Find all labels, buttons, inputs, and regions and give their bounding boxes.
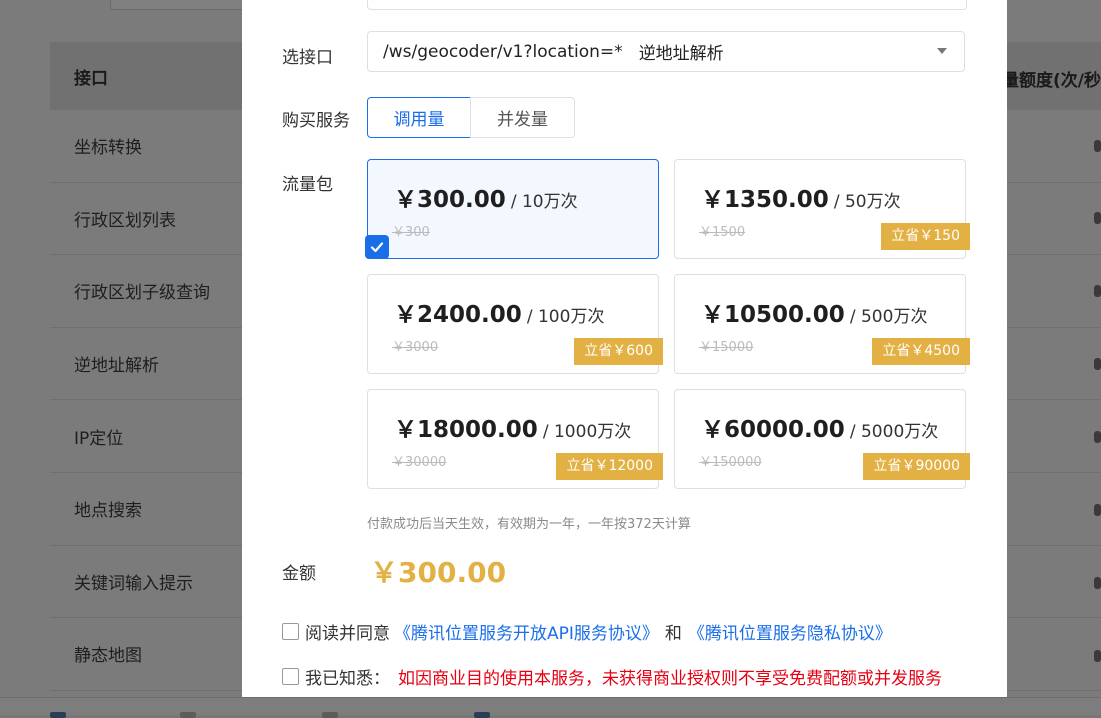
commercial-warning: 如因商业目的使用本服务，未获得商业授权则不享受免费配额或并发服务 bbox=[398, 669, 942, 689]
toggle-icon[interactable] bbox=[1094, 577, 1101, 589]
package-price: ￥1350.00 bbox=[701, 187, 829, 213]
validity-note: 付款成功后当天生效，有效期为一年，一年按372天计算 bbox=[367, 517, 691, 532]
savings-badge: 立省￥12000 bbox=[556, 453, 663, 480]
package-original-price: ￥15000 bbox=[699, 340, 754, 355]
package-price-line: ￥18000.00 / 1000万次 bbox=[394, 410, 631, 444]
api-service-agreement-link[interactable]: 《腾讯位置服务开放API服务协议》 bbox=[394, 619, 659, 644]
package-card[interactable]: ￥300.00 / 10万次 ￥300 bbox=[365, 159, 659, 259]
amount-label: 金额 bbox=[282, 564, 316, 584]
toggle-icon[interactable] bbox=[1094, 431, 1101, 443]
package-card[interactable]: ￥2400.00 / 100万次 ￥3000 立省￥600 bbox=[367, 274, 663, 374]
check-icon bbox=[365, 235, 389, 259]
agreement-row: 阅读并同意 《腾讯位置服务开放API服务协议》 和 《腾讯位置服务隐私协议》 bbox=[282, 619, 892, 644]
savings-badge: 立省￥4500 bbox=[872, 338, 970, 365]
package-card[interactable]: ￥60000.00 / 5000万次 ￥150000 立省￥90000 bbox=[674, 389, 970, 489]
purchase-dialog: 选接口 /ws/geocoder/v1?location=* 逆地址解析 购买服… bbox=[242, 0, 1007, 697]
table-header-quota: 量额度(次/秒 bbox=[1002, 71, 1101, 91]
api-select[interactable]: /ws/geocoder/v1?location=* 逆地址解析 bbox=[367, 31, 965, 72]
package-card[interactable]: ￥1350.00 / 50万次 ￥1500 立省￥150 bbox=[674, 159, 970, 259]
privacy-agreement-link[interactable]: 《腾讯位置服务隐私协议》 bbox=[688, 619, 892, 644]
service-call-volume-button[interactable]: 调用量 bbox=[367, 97, 471, 138]
agreement-prefix: 阅读并同意 bbox=[305, 624, 390, 644]
agreement-checkbox[interactable] bbox=[282, 623, 299, 640]
notice-row: 我已知悉： 如因商业目的使用本服务，未获得商业授权则不享受免费配额或并发服务 bbox=[282, 664, 942, 689]
package-price: ￥2400.00 bbox=[394, 302, 522, 328]
checkbox-icon[interactable] bbox=[322, 712, 338, 718]
package-original-price: ￥30000 bbox=[392, 455, 447, 470]
toggle-icon[interactable] bbox=[1094, 212, 1101, 224]
package-label: 流量包 bbox=[282, 175, 333, 195]
api-select-label: 选接口 bbox=[282, 48, 333, 68]
api-name: 逆地址解析 bbox=[638, 44, 724, 64]
package-unit: / 50万次 bbox=[833, 192, 901, 212]
service-label: 购买服务 bbox=[282, 111, 350, 131]
package-price: ￥18000.00 bbox=[394, 417, 538, 443]
package-card[interactable]: ￥18000.00 / 1000万次 ￥30000 立省￥12000 bbox=[367, 389, 663, 489]
package-unit: / 10万次 bbox=[510, 192, 578, 212]
chevron-down-icon bbox=[937, 48, 947, 54]
package-unit: / 500万次 bbox=[849, 307, 928, 327]
package-price: ￥300.00 bbox=[394, 187, 506, 213]
toggle-icon[interactable] bbox=[1094, 358, 1101, 370]
agreement-and: 和 bbox=[664, 624, 682, 644]
previous-field[interactable] bbox=[367, 0, 967, 10]
package-original-price: ￥300 bbox=[392, 225, 430, 240]
toggle-icon[interactable] bbox=[1094, 504, 1101, 516]
table-header-interface: 接口 bbox=[74, 68, 108, 89]
package-price: ￥10500.00 bbox=[701, 302, 845, 328]
package-price-line: ￥1350.00 / 50万次 bbox=[701, 180, 901, 214]
package-unit: / 1000万次 bbox=[542, 422, 632, 442]
package-unit: / 100万次 bbox=[526, 307, 605, 327]
package-original-price: ￥3000 bbox=[392, 340, 439, 355]
savings-badge: 立省￥90000 bbox=[863, 453, 970, 480]
package-card[interactable]: ￥10500.00 / 500万次 ￥15000 立省￥4500 bbox=[674, 274, 970, 374]
checkbox-icon[interactable] bbox=[180, 712, 196, 718]
notice-checkbox[interactable] bbox=[282, 668, 299, 685]
package-price: ￥60000.00 bbox=[701, 417, 845, 443]
package-price-line: ￥60000.00 / 5000万次 bbox=[701, 410, 938, 444]
package-price-line: ￥10500.00 / 500万次 bbox=[701, 295, 927, 329]
toggle-icon[interactable] bbox=[1094, 140, 1101, 152]
toggle-icon[interactable] bbox=[1094, 650, 1101, 662]
api-path: /ws/geocoder/v1?location=* bbox=[383, 41, 623, 62]
checkbox-icon[interactable] bbox=[50, 712, 66, 718]
service-concurrency-button[interactable]: 并发量 bbox=[470, 97, 575, 138]
package-price-line: ￥2400.00 / 100万次 bbox=[394, 295, 604, 329]
package-original-price: ￥1500 bbox=[699, 225, 746, 240]
notice-prefix: 我已知悉： bbox=[305, 669, 390, 689]
savings-badge: 立省￥600 bbox=[574, 338, 663, 365]
checkbox-icon[interactable] bbox=[474, 712, 490, 718]
package-price-line: ￥300.00 / 10万次 bbox=[394, 180, 578, 214]
toggle-icon[interactable] bbox=[1094, 285, 1101, 297]
package-original-price: ￥150000 bbox=[699, 455, 762, 470]
bottom-bar bbox=[0, 697, 1101, 718]
savings-badge: 立省￥150 bbox=[881, 223, 970, 250]
amount-value: ￥300.00 bbox=[370, 556, 507, 589]
package-unit: / 5000万次 bbox=[849, 422, 939, 442]
